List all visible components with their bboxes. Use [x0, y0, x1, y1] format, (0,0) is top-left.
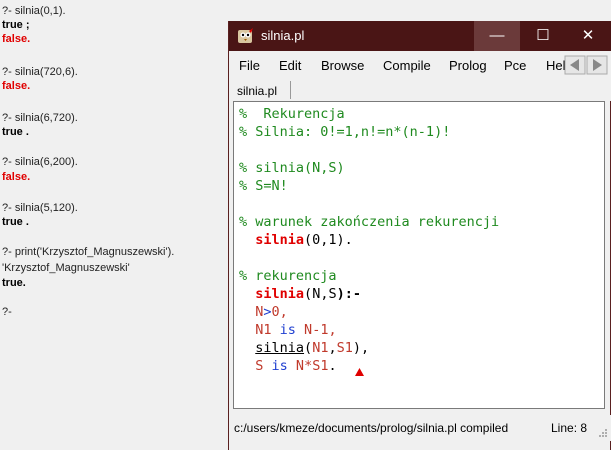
- variable-token: N1: [312, 340, 329, 356]
- variable-token: S1: [312, 358, 329, 374]
- resize-grip-icon[interactable]: [598, 428, 608, 438]
- code-token: ):-: [336, 286, 361, 302]
- console-prompt[interactable]: ?-: [2, 306, 12, 318]
- tab-silnia[interactable]: silnia.pl: [237, 84, 277, 98]
- code-token: 0,: [271, 304, 288, 320]
- menu-compile[interactable]: Compile: [383, 58, 431, 73]
- close-button[interactable]: ✕: [565, 21, 611, 51]
- code-line: silnia(N1,S1),: [239, 339, 369, 357]
- code-token: S: [328, 286, 337, 302]
- console-line: ?- silnia(6,720).: [2, 112, 78, 124]
- operator-token: >: [263, 304, 272, 320]
- swi-prolog-owl-icon: [238, 28, 253, 43]
- operator-token: *: [304, 358, 313, 374]
- console-line: true .: [2, 126, 29, 138]
- console-line: ?- print('Krzysztof_Magnuszewski').: [2, 246, 175, 258]
- operator-token: is: [271, 322, 305, 338]
- menu-edit[interactable]: Edit: [279, 58, 301, 73]
- predicate-head: silnia: [255, 286, 305, 302]
- prolog-console[interactable]: ?- silnia(0,1). true ; false. ?- silnia(…: [0, 0, 228, 450]
- code-line: silnia(N,S):-: [239, 285, 361, 303]
- line-indicator: Line: 8: [551, 421, 588, 435]
- code-line: % Rekurencja: [239, 106, 345, 122]
- code-token: ),: [352, 340, 370, 356]
- code-line: S is N*S1.: [239, 357, 337, 375]
- predicate-head: silnia: [255, 232, 305, 248]
- operator-token: is: [263, 358, 296, 374]
- console-line: false.: [2, 171, 31, 183]
- window-title: silnia.pl: [261, 28, 305, 43]
- maximize-button[interactable]: ☐: [520, 21, 566, 51]
- code-line: % silnia(N,S): [239, 160, 345, 176]
- console-line: false.: [2, 33, 31, 45]
- console-line: ?- silnia(0,1).: [2, 5, 66, 17]
- variable-token: N: [304, 322, 313, 338]
- menu-browse[interactable]: Browse: [321, 58, 364, 73]
- code-token: (: [304, 340, 313, 356]
- title-bar[interactable]: silnia.pl — ☐ ✕: [229, 21, 611, 51]
- code-token: (0,1).: [304, 232, 353, 248]
- menu-bar: File Edit Browse Compile Prolog Pce Hel: [229, 51, 611, 79]
- caret-marker-icon: [355, 368, 364, 376]
- code-line: silnia(0,1).: [239, 231, 353, 249]
- variable-token: N1: [255, 322, 272, 338]
- menu-file[interactable]: File: [239, 58, 260, 73]
- code-editor[interactable]: % Rekurencja % Silnia: 0!=1,n!=n*(n-1)! …: [233, 101, 605, 409]
- console-line: true.: [2, 277, 26, 289]
- code-line: % warunek zakończenia rekurencji: [239, 214, 500, 230]
- console-line: true .: [2, 216, 29, 228]
- console-line: ?- silnia(720,6).: [2, 66, 78, 78]
- editor-window: silnia.pl — ☐ ✕ File Edit Browse Compile…: [228, 21, 611, 450]
- code-line: % rekurencja: [239, 268, 337, 284]
- status-bar: c:/users/kmeze/documents/prolog/silnia.p…: [229, 415, 611, 441]
- code-token: ,: [328, 340, 337, 356]
- console-line: ?- silnia(6,200).: [2, 156, 78, 168]
- console-line: ?- silnia(5,120).: [2, 202, 78, 214]
- code-line: N>0,: [239, 303, 288, 321]
- tab-divider: [290, 81, 291, 99]
- status-message: c:/users/kmeze/documents/prolog/silnia.p…: [234, 421, 509, 435]
- minimize-button[interactable]: —: [474, 21, 520, 51]
- code-token: .: [328, 358, 337, 374]
- menu-scroll-arrows[interactable]: [564, 55, 608, 75]
- recursive-call: silnia: [255, 340, 305, 356]
- console-line: true ;: [2, 19, 30, 31]
- tab-row: silnia.pl: [229, 79, 611, 101]
- menu-help[interactable]: Hel: [546, 58, 566, 73]
- console-line: 'Krzysztof_Magnuszewski': [2, 262, 130, 274]
- variable-token: S1: [336, 340, 353, 356]
- menu-prolog[interactable]: Prolog: [449, 58, 487, 73]
- code-token: -1,: [312, 322, 337, 338]
- code-line: % S=N!: [239, 178, 288, 194]
- code-token: (: [304, 286, 313, 302]
- variable-token: N: [295, 358, 305, 374]
- menu-pce[interactable]: Pce: [504, 58, 526, 73]
- code-line: % Silnia: 0!=1,n!=n*(n-1)!: [239, 124, 451, 140]
- code-line: N1 is N-1,: [239, 321, 337, 339]
- console-line: false.: [2, 80, 31, 92]
